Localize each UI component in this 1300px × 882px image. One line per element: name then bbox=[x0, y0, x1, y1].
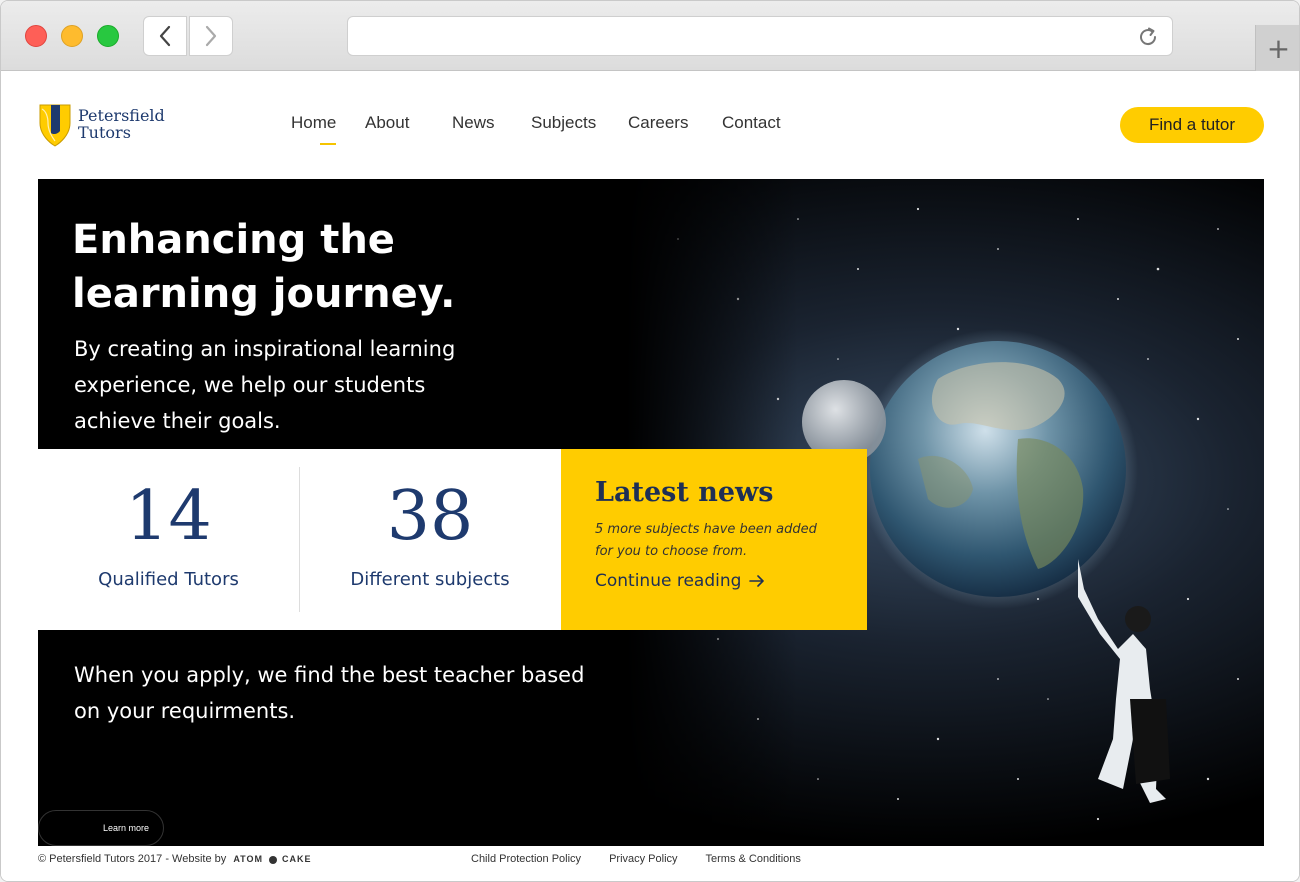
hero-banner: Enhancing the learning journey. By creat… bbox=[38, 179, 1264, 846]
copyright-text: © Petersfield Tutors 2017 - Website by bbox=[38, 853, 227, 865]
footer-link-privacy[interactable]: Privacy Policy bbox=[609, 853, 677, 865]
find-tutor-button[interactable]: Find a tutor bbox=[1120, 107, 1264, 143]
footer-link-child-protection[interactable]: Child Protection Policy bbox=[471, 853, 581, 865]
brand-right: CAKE bbox=[282, 854, 312, 864]
shield-logo-icon bbox=[39, 104, 71, 147]
site-footer: © Petersfield Tutors 2017 - Website by A… bbox=[38, 853, 1264, 867]
learn-more-button[interactable]: Learn more bbox=[38, 810, 164, 846]
minimize-window-button[interactable] bbox=[61, 25, 83, 47]
headline-line2: learning journey. bbox=[72, 271, 456, 317]
chevron-right-icon bbox=[205, 25, 217, 47]
arrow-right-icon bbox=[749, 575, 765, 587]
nav-careers[interactable]: Careers bbox=[628, 113, 722, 133]
footer-links: Child Protection Policy Privacy Policy T… bbox=[471, 853, 829, 865]
close-window-button[interactable] bbox=[25, 25, 47, 47]
forward-button[interactable] bbox=[189, 16, 233, 56]
logo-wordmark: Petersfield Tutors bbox=[78, 107, 165, 141]
stat-subjects: 38 Different subjects bbox=[299, 467, 560, 612]
stat-tutors: 14 Qualified Tutors bbox=[38, 449, 299, 630]
nav-news[interactable]: News bbox=[452, 113, 531, 133]
nav-subjects[interactable]: Subjects bbox=[531, 113, 628, 133]
copyright-line: © Petersfield Tutors 2017 - Website by A… bbox=[38, 853, 312, 865]
main-navigation: Home About News Subjects Careers Contact bbox=[291, 113, 792, 145]
news-title: Latest news bbox=[595, 477, 774, 508]
new-tab-button[interactable]: + bbox=[1255, 25, 1299, 71]
nav-about[interactable]: About bbox=[365, 113, 452, 133]
stat-tutors-value: 14 bbox=[125, 477, 212, 556]
headline-line1: Enhancing the bbox=[72, 217, 395, 263]
apply-text: When you apply, we find the best teacher… bbox=[74, 663, 585, 723]
address-bar[interactable] bbox=[347, 16, 1173, 56]
browser-window: + Petersfield Tutors Home About News Sub… bbox=[0, 0, 1300, 882]
chevron-left-icon bbox=[159, 25, 171, 47]
plus-icon: + bbox=[1266, 31, 1291, 65]
footer-link-terms[interactable]: Terms & Conditions bbox=[706, 853, 801, 865]
logo-line1: Petersfield bbox=[78, 106, 165, 125]
stat-subjects-value: 38 bbox=[386, 477, 474, 556]
stat-subjects-label: Different subjects bbox=[350, 569, 510, 590]
zoom-window-button[interactable] bbox=[97, 25, 119, 47]
stat-tutors-label: Qualified Tutors bbox=[98, 569, 239, 590]
hero-subline: By creating an inspirational learning ex… bbox=[74, 337, 456, 433]
atom-cake-logo[interactable]: ATOM CAKE bbox=[233, 854, 311, 864]
brand-mark-icon bbox=[268, 855, 277, 864]
reload-icon[interactable] bbox=[1136, 25, 1160, 49]
site-logo[interactable]: Petersfield Tutors bbox=[38, 101, 165, 147]
browser-toolbar: + bbox=[1, 1, 1299, 71]
latest-news-card: Latest news 5 more subjects have been ad… bbox=[561, 449, 867, 630]
back-button[interactable] bbox=[143, 16, 187, 56]
nav-contact[interactable]: Contact bbox=[722, 113, 792, 133]
continue-reading-link[interactable]: Continue reading bbox=[595, 571, 833, 591]
nav-home[interactable]: Home bbox=[291, 113, 365, 145]
brand-left: ATOM bbox=[233, 854, 264, 864]
logo-line2: Tutors bbox=[78, 123, 131, 142]
stats-panel: 14 Qualified Tutors 38 Different subject… bbox=[38, 449, 561, 630]
continue-reading-label: Continue reading bbox=[595, 571, 742, 591]
website: Petersfield Tutors Home About News Subje… bbox=[1, 71, 1299, 881]
hero-headline: Enhancing the learning journey. bbox=[72, 213, 592, 321]
news-body: 5 more subjects have been added for you … bbox=[595, 522, 817, 559]
